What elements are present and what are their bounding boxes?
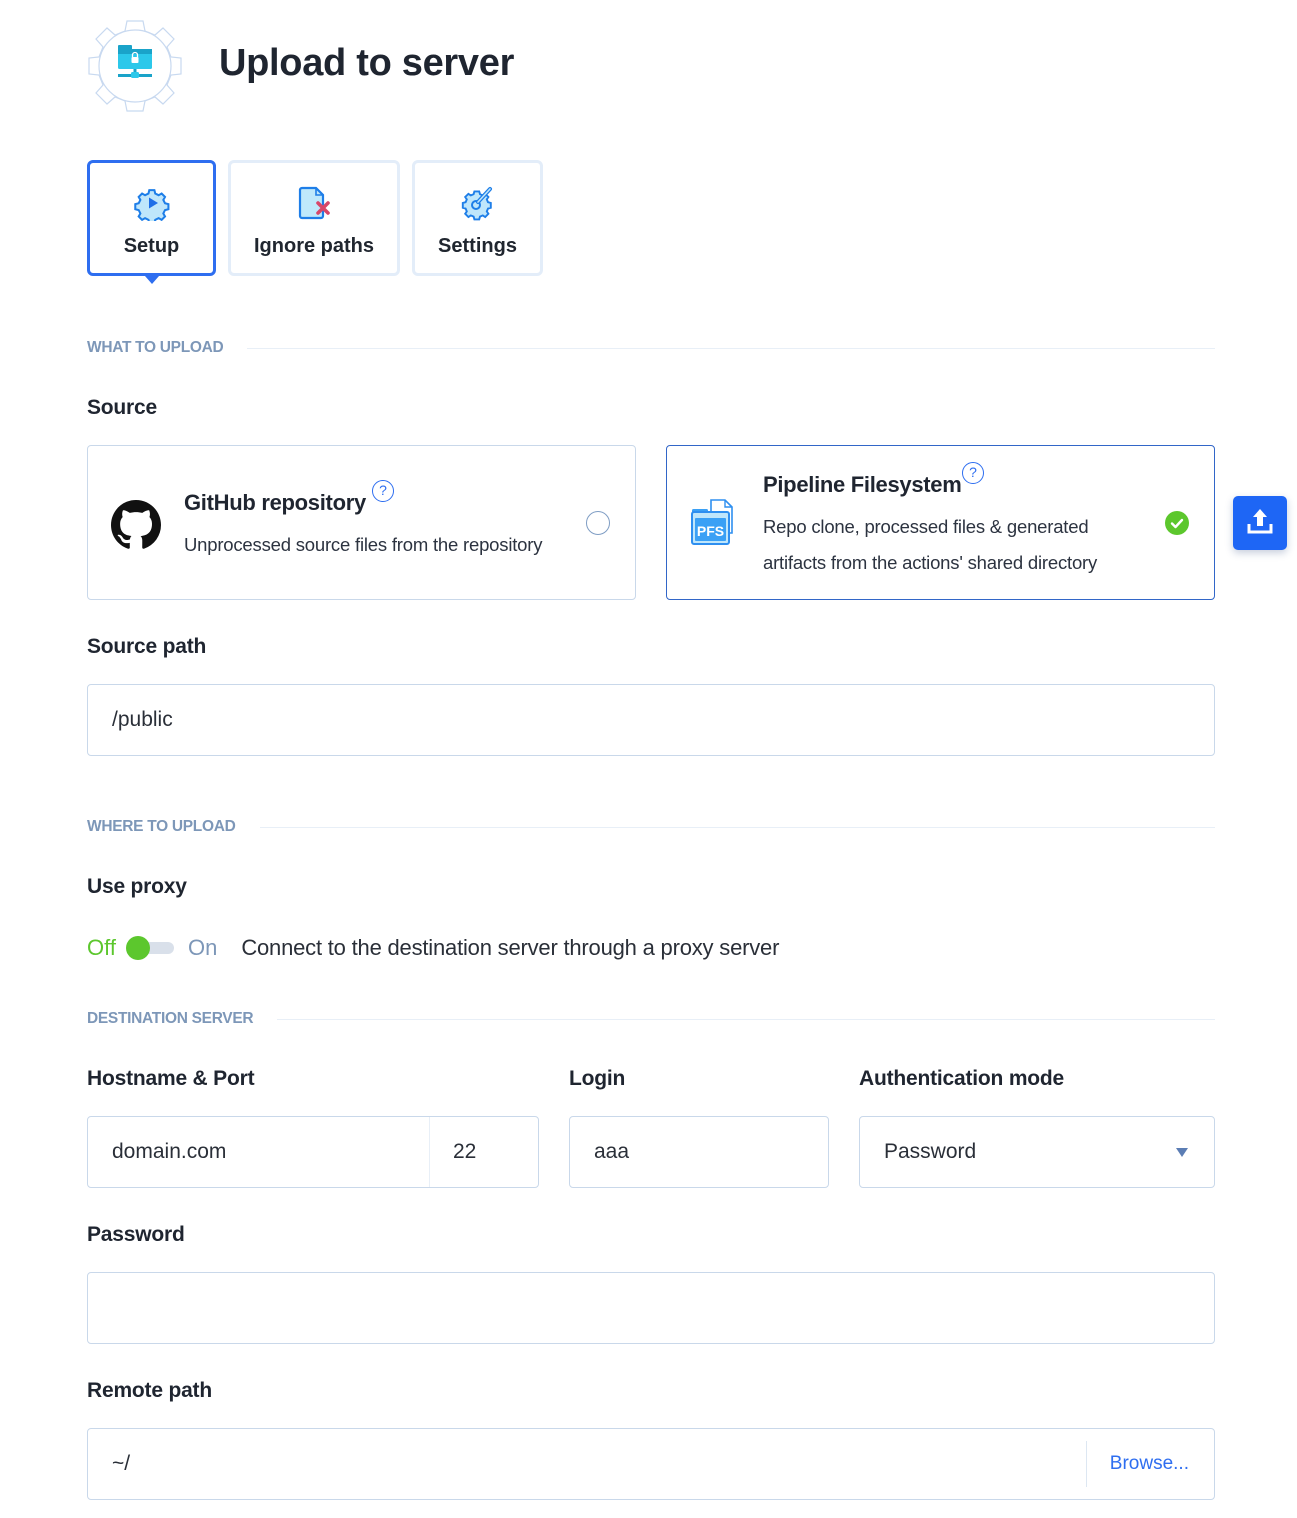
tab-bar: Setup Ignore paths Settings [87, 160, 543, 284]
chevron-down-icon [1176, 1148, 1188, 1157]
login-value: aaa [594, 1140, 630, 1163]
source-label: Source [87, 396, 157, 419]
toggle-knob [125, 936, 150, 960]
proxy-toggle[interactable] [125, 936, 176, 960]
source-path-input[interactable]: /public [87, 684, 1215, 756]
remote-path-label: Remote path [87, 1379, 212, 1402]
page-title: Upload to server [219, 42, 515, 84]
section-divider [277, 1018, 1215, 1020]
hostname-port-group: domain.com 22 [87, 1116, 539, 1188]
gear-wrench-icon [460, 185, 496, 221]
section-heading-text: WHAT TO UPLOAD [87, 339, 224, 356]
section-destination-server: DESTINATION SERVER [87, 1010, 1215, 1028]
section-heading-text: DESTINATION SERVER [87, 1010, 254, 1027]
tab-setup[interactable]: Setup [87, 160, 216, 284]
hostname-port-label: Hostname & Port [87, 1067, 255, 1090]
card-description-line-1: Repo clone, processed files & generated [763, 516, 1089, 537]
help-icon[interactable]: ? [372, 480, 394, 502]
tab-ignore-paths[interactable]: Ignore paths [228, 160, 400, 276]
upload-icon [1245, 506, 1275, 541]
source-option-github[interactable]: GitHub repository ? Unprocessed source f… [87, 445, 636, 600]
github-icon [111, 500, 161, 555]
login-label: Login [569, 1067, 626, 1090]
port-divider [429, 1117, 430, 1187]
section-divider [259, 826, 1215, 828]
remote-path-input[interactable]: ~/ Browse... [87, 1428, 1215, 1500]
tab-settings[interactable]: Settings [412, 160, 543, 276]
card-description: Unprocessed source files from the reposi… [184, 534, 543, 555]
section-heading-text: WHERE TO UPLOAD [87, 818, 236, 835]
password-input[interactable] [87, 1272, 1215, 1344]
folder-lock-server-icon [87, 17, 183, 113]
browse-button[interactable]: Browse... [1110, 1429, 1189, 1499]
radio-button[interactable] [586, 511, 610, 535]
auth-mode-select[interactable]: Password [859, 1116, 1215, 1188]
section-where-to-upload: WHERE TO UPLOAD [87, 818, 1215, 836]
browse-divider [1086, 1441, 1087, 1487]
hostname-input[interactable]: domain.com [88, 1140, 429, 1164]
section-what-to-upload: WHAT TO UPLOAD [87, 339, 1215, 357]
toggle-off-label[interactable]: Off [87, 935, 116, 961]
upload-action-button[interactable] [1233, 496, 1287, 550]
login-input[interactable]: aaa [569, 1116, 829, 1188]
proxy-description: Connect to the destination server throug… [241, 935, 780, 960]
selected-check-icon [1165, 511, 1189, 535]
remote-path-value: ~/ [112, 1452, 131, 1475]
card-description-line-2: artifacts from the actions' shared direc… [763, 552, 1098, 573]
file-remove-icon [296, 185, 332, 221]
section-divider [247, 347, 1215, 349]
tab-label: Ignore paths [253, 235, 374, 257]
toggle-on-label[interactable]: On [188, 935, 217, 961]
use-proxy-label: Use proxy [87, 875, 187, 898]
auth-mode-value: Password [884, 1140, 977, 1163]
proxy-toggle-row: Off On Connect to the destination server… [87, 930, 779, 966]
source-path-label: Source path [87, 635, 207, 658]
password-label: Password [87, 1223, 185, 1246]
source-path-value: /public [112, 708, 173, 731]
tab-label: Setup [123, 235, 180, 257]
page-header [87, 18, 183, 112]
gear-play-icon [133, 185, 170, 225]
port-input[interactable]: 22 [429, 1140, 476, 1164]
card-title: Pipeline Filesystem [763, 472, 962, 497]
auth-mode-label: Authentication mode [859, 1067, 1065, 1090]
card-title: GitHub repository [184, 490, 366, 515]
tab-label: Settings [438, 235, 517, 257]
pfs-icon-text: PFS [697, 523, 724, 539]
source-option-pipeline-filesystem[interactable]: PFS Pipeline Filesystem ? Repo clone, pr… [666, 445, 1215, 600]
help-icon[interactable]: ? [962, 462, 984, 484]
pfs-icon: PFS [689, 498, 741, 553]
